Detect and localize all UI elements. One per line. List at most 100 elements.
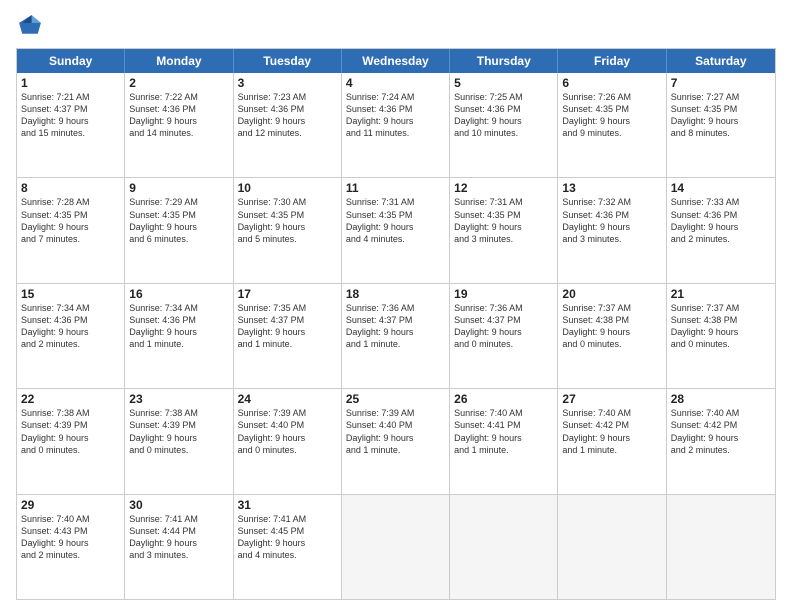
day-number: 7 [671,76,771,90]
day-info: Sunrise: 7:34 AM Sunset: 4:36 PM Dayligh… [129,302,228,351]
day-cell: 16Sunrise: 7:34 AM Sunset: 4:36 PM Dayli… [125,284,233,388]
day-header-friday: Friday [558,49,666,73]
day-header-sunday: Sunday [17,49,125,73]
day-number: 5 [454,76,553,90]
day-cell [342,495,450,599]
day-info: Sunrise: 7:34 AM Sunset: 4:36 PM Dayligh… [21,302,120,351]
day-number: 17 [238,287,337,301]
day-header-saturday: Saturday [667,49,775,73]
day-number: 24 [238,392,337,406]
day-cell: 2Sunrise: 7:22 AM Sunset: 4:36 PM Daylig… [125,73,233,177]
day-number: 23 [129,392,228,406]
day-info: Sunrise: 7:40 AM Sunset: 4:42 PM Dayligh… [671,407,771,456]
day-cell: 19Sunrise: 7:36 AM Sunset: 4:37 PM Dayli… [450,284,558,388]
day-cell: 17Sunrise: 7:35 AM Sunset: 4:37 PM Dayli… [234,284,342,388]
day-number: 11 [346,181,445,195]
day-number: 20 [562,287,661,301]
day-cell: 25Sunrise: 7:39 AM Sunset: 4:40 PM Dayli… [342,389,450,493]
day-number: 28 [671,392,771,406]
day-cell: 9Sunrise: 7:29 AM Sunset: 4:35 PM Daylig… [125,178,233,282]
weeks: 1Sunrise: 7:21 AM Sunset: 4:37 PM Daylig… [17,73,775,599]
logo-icon [16,12,44,40]
week-row-0: 1Sunrise: 7:21 AM Sunset: 4:37 PM Daylig… [17,73,775,177]
day-number: 30 [129,498,228,512]
week-row-3: 22Sunrise: 7:38 AM Sunset: 4:39 PM Dayli… [17,388,775,493]
day-cell: 22Sunrise: 7:38 AM Sunset: 4:39 PM Dayli… [17,389,125,493]
week-row-2: 15Sunrise: 7:34 AM Sunset: 4:36 PM Dayli… [17,283,775,388]
day-cell: 24Sunrise: 7:39 AM Sunset: 4:40 PM Dayli… [234,389,342,493]
day-cell: 27Sunrise: 7:40 AM Sunset: 4:42 PM Dayli… [558,389,666,493]
day-info: Sunrise: 7:41 AM Sunset: 4:44 PM Dayligh… [129,513,228,562]
day-cell: 26Sunrise: 7:40 AM Sunset: 4:41 PM Dayli… [450,389,558,493]
calendar: SundayMondayTuesdayWednesdayThursdayFrid… [16,48,776,600]
day-cell: 13Sunrise: 7:32 AM Sunset: 4:36 PM Dayli… [558,178,666,282]
logo [16,12,48,40]
day-info: Sunrise: 7:29 AM Sunset: 4:35 PM Dayligh… [129,196,228,245]
day-number: 12 [454,181,553,195]
day-info: Sunrise: 7:40 AM Sunset: 4:43 PM Dayligh… [21,513,120,562]
day-cell: 10Sunrise: 7:30 AM Sunset: 4:35 PM Dayli… [234,178,342,282]
day-number: 3 [238,76,337,90]
day-number: 2 [129,76,228,90]
day-cell: 3Sunrise: 7:23 AM Sunset: 4:36 PM Daylig… [234,73,342,177]
day-cell: 7Sunrise: 7:27 AM Sunset: 4:35 PM Daylig… [667,73,775,177]
day-info: Sunrise: 7:27 AM Sunset: 4:35 PM Dayligh… [671,91,771,140]
day-info: Sunrise: 7:37 AM Sunset: 4:38 PM Dayligh… [562,302,661,351]
day-cell [667,495,775,599]
day-cell: 4Sunrise: 7:24 AM Sunset: 4:36 PM Daylig… [342,73,450,177]
day-number: 29 [21,498,120,512]
day-info: Sunrise: 7:25 AM Sunset: 4:36 PM Dayligh… [454,91,553,140]
day-cell: 28Sunrise: 7:40 AM Sunset: 4:42 PM Dayli… [667,389,775,493]
day-header-monday: Monday [125,49,233,73]
day-info: Sunrise: 7:31 AM Sunset: 4:35 PM Dayligh… [346,196,445,245]
day-cell: 5Sunrise: 7:25 AM Sunset: 4:36 PM Daylig… [450,73,558,177]
day-cell: 1Sunrise: 7:21 AM Sunset: 4:37 PM Daylig… [17,73,125,177]
day-number: 10 [238,181,337,195]
day-number: 25 [346,392,445,406]
page: SundayMondayTuesdayWednesdayThursdayFrid… [0,0,792,612]
day-number: 14 [671,181,771,195]
day-cell [450,495,558,599]
day-info: Sunrise: 7:32 AM Sunset: 4:36 PM Dayligh… [562,196,661,245]
day-cell: 29Sunrise: 7:40 AM Sunset: 4:43 PM Dayli… [17,495,125,599]
day-info: Sunrise: 7:39 AM Sunset: 4:40 PM Dayligh… [238,407,337,456]
day-number: 31 [238,498,337,512]
day-info: Sunrise: 7:38 AM Sunset: 4:39 PM Dayligh… [21,407,120,456]
day-info: Sunrise: 7:26 AM Sunset: 4:35 PM Dayligh… [562,91,661,140]
day-info: Sunrise: 7:23 AM Sunset: 4:36 PM Dayligh… [238,91,337,140]
day-cell: 30Sunrise: 7:41 AM Sunset: 4:44 PM Dayli… [125,495,233,599]
day-cell: 21Sunrise: 7:37 AM Sunset: 4:38 PM Dayli… [667,284,775,388]
day-number: 9 [129,181,228,195]
day-number: 1 [21,76,120,90]
day-header-wednesday: Wednesday [342,49,450,73]
day-number: 4 [346,76,445,90]
day-number: 18 [346,287,445,301]
day-info: Sunrise: 7:24 AM Sunset: 4:36 PM Dayligh… [346,91,445,140]
day-info: Sunrise: 7:28 AM Sunset: 4:35 PM Dayligh… [21,196,120,245]
day-info: Sunrise: 7:40 AM Sunset: 4:42 PM Dayligh… [562,407,661,456]
day-headers: SundayMondayTuesdayWednesdayThursdayFrid… [17,49,775,73]
day-cell: 15Sunrise: 7:34 AM Sunset: 4:36 PM Dayli… [17,284,125,388]
header [16,12,776,40]
day-cell: 14Sunrise: 7:33 AM Sunset: 4:36 PM Dayli… [667,178,775,282]
day-number: 8 [21,181,120,195]
day-number: 19 [454,287,553,301]
day-info: Sunrise: 7:33 AM Sunset: 4:36 PM Dayligh… [671,196,771,245]
day-info: Sunrise: 7:36 AM Sunset: 4:37 PM Dayligh… [454,302,553,351]
day-number: 26 [454,392,553,406]
day-number: 21 [671,287,771,301]
day-number: 22 [21,392,120,406]
day-info: Sunrise: 7:35 AM Sunset: 4:37 PM Dayligh… [238,302,337,351]
day-cell: 11Sunrise: 7:31 AM Sunset: 4:35 PM Dayli… [342,178,450,282]
day-info: Sunrise: 7:22 AM Sunset: 4:36 PM Dayligh… [129,91,228,140]
day-cell: 20Sunrise: 7:37 AM Sunset: 4:38 PM Dayli… [558,284,666,388]
day-info: Sunrise: 7:40 AM Sunset: 4:41 PM Dayligh… [454,407,553,456]
day-number: 15 [21,287,120,301]
day-cell: 6Sunrise: 7:26 AM Sunset: 4:35 PM Daylig… [558,73,666,177]
week-row-1: 8Sunrise: 7:28 AM Sunset: 4:35 PM Daylig… [17,177,775,282]
day-cell: 8Sunrise: 7:28 AM Sunset: 4:35 PM Daylig… [17,178,125,282]
day-cell: 23Sunrise: 7:38 AM Sunset: 4:39 PM Dayli… [125,389,233,493]
day-number: 27 [562,392,661,406]
day-cell: 12Sunrise: 7:31 AM Sunset: 4:35 PM Dayli… [450,178,558,282]
day-header-tuesday: Tuesday [234,49,342,73]
